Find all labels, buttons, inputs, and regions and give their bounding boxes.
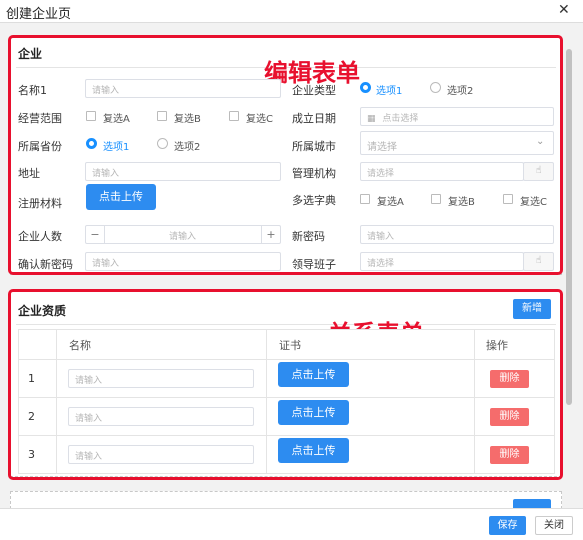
save-button[interactable]: 保存 — [489, 516, 526, 535]
vertical-scrollbar[interactable] — [566, 49, 572, 405]
dialog-footer: 保存 关闭 — [0, 508, 583, 540]
dialog-title: 创建企业页 — [6, 7, 72, 22]
close-button[interactable]: 关闭 — [535, 516, 573, 535]
edit-form-highlight — [8, 35, 563, 275]
dialog-body[interactable]: 企业 编辑表单 名称1 请输入 企业类型 选项1 选项2 经营范围 复选A 复选… — [0, 22, 583, 509]
relation-form-highlight — [8, 289, 563, 480]
close-icon[interactable]: ✕ — [558, 2, 570, 18]
next-panel-partial — [10, 491, 562, 509]
title-bar: 创建企业页 ✕ — [0, 0, 583, 22]
